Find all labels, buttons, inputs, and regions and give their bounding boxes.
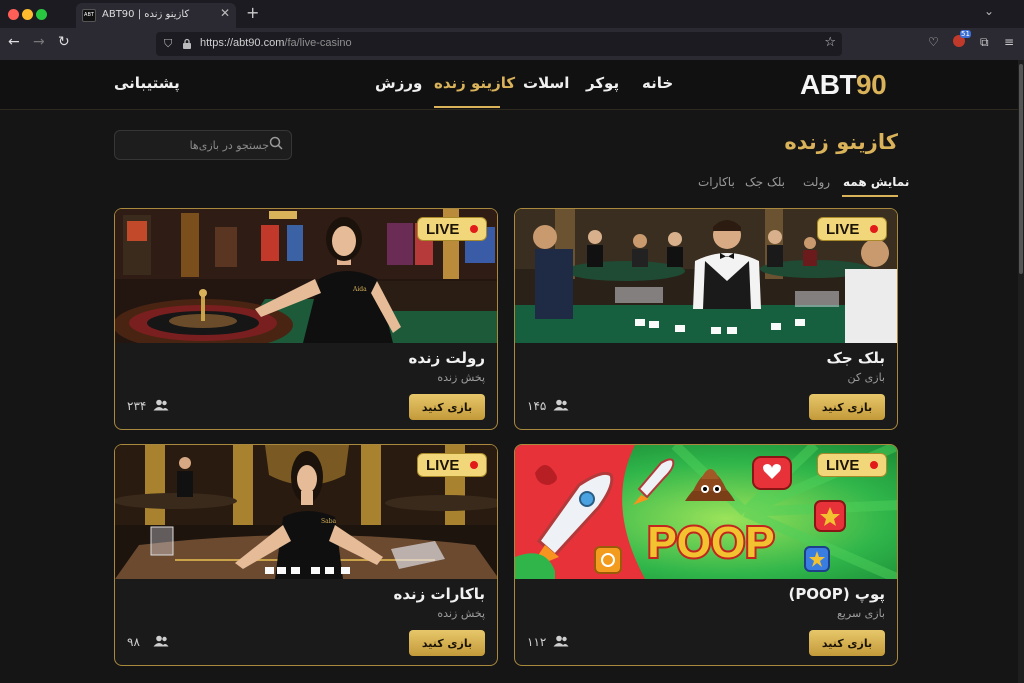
live-dot-icon — [470, 225, 478, 233]
player-count: ۲۳۴ — [127, 399, 147, 413]
new-tab-icon[interactable]: + — [246, 3, 259, 22]
poop-art-text: POOP — [647, 518, 774, 567]
pocket-icon[interactable]: ♡ — [928, 35, 939, 49]
game-title: باکارات زنده — [393, 585, 485, 603]
page-scrollbar[interactable] — [1018, 60, 1024, 683]
game-title: بلک جک — [826, 349, 885, 367]
player-count: ۱۴۵ — [527, 399, 547, 413]
game-card-poop[interactable]: POOP LIVE پوپ (POOP) بازی سریع بازی کنید… — [514, 444, 898, 666]
filter-roulette[interactable]: رولت — [803, 175, 830, 189]
filter-all[interactable]: نمایش همه — [843, 175, 909, 189]
live-badge: LIVE — [417, 453, 487, 477]
chevron-down-icon[interactable]: ⌄ — [984, 4, 994, 18]
filter-blackjack[interactable]: بلک جک — [745, 175, 785, 189]
search-input[interactable] — [119, 135, 269, 155]
favicon: ABT — [82, 9, 96, 22]
reload-icon[interactable]: ↻ — [58, 34, 70, 50]
play-button[interactable]: بازی کنید — [409, 630, 485, 656]
filter-active-underline — [842, 195, 898, 197]
minimize-window-button[interactable] — [22, 9, 33, 20]
nav-poker[interactable]: پوکر — [586, 74, 619, 92]
extension-icon[interactable]: 51 — [953, 30, 971, 50]
nav-live-casino[interactable]: کازینو زنده — [434, 74, 515, 92]
play-button[interactable]: بازی کنید — [409, 394, 485, 420]
play-button[interactable]: بازی کنید — [809, 394, 885, 420]
svg-text:Aida: Aida — [352, 286, 367, 293]
logo[interactable]: ABT90 — [800, 69, 887, 101]
scrollbar-thumb[interactable] — [1019, 64, 1023, 274]
game-card-roulette[interactable]: Aida LIVE رولت زنده پخش زنده بازی کنید ۲… — [114, 208, 498, 430]
website: ABT90 خانه پوکر اسلات کازینو زنده ورزش پ… — [0, 60, 1018, 683]
search-box[interactable] — [114, 130, 292, 160]
search-icon[interactable] — [269, 136, 283, 150]
game-card-blackjack[interactable]: LIVE بلک جک بازی کن بازی کنید ۱۴۵ — [514, 208, 898, 430]
live-dot-icon — [870, 461, 878, 469]
shield-icon[interactable]: ⛉ — [164, 37, 172, 51]
tab-title: کازینو زنده | ABT90 — [102, 9, 190, 20]
filter-baccarat[interactable]: باکارات — [698, 175, 735, 189]
close-window-button[interactable] — [8, 9, 19, 20]
lock-icon[interactable] — [182, 38, 192, 50]
extension-badge: 51 — [960, 30, 971, 38]
page-title: کازینو زنده — [784, 130, 898, 154]
address-bar[interactable]: ⛉ https://abt90.com/fa/live-casino ☆ — [156, 32, 842, 56]
nav-sports[interactable]: ورزش — [375, 74, 422, 92]
url-text[interactable]: https://abt90.com/fa/live-casino — [200, 37, 352, 49]
browser-toolbar: ← → ↻ ⛉ https://abt90.com/fa/live-casino… — [0, 28, 1024, 60]
game-subtitle: بازی کن — [847, 371, 885, 384]
nav-support[interactable]: پشتیبانی — [114, 74, 180, 92]
maximize-window-button[interactable] — [36, 9, 47, 20]
nav-home[interactable]: خانه — [642, 74, 673, 92]
svg-text:Saba: Saba — [321, 518, 337, 525]
game-title: پوپ (POOP) — [788, 585, 885, 603]
live-badge: LIVE — [817, 217, 887, 241]
extensions-puzzle-icon[interactable]: ⧉ — [980, 35, 989, 50]
back-icon[interactable]: ← — [8, 34, 20, 50]
game-title: رولت زنده — [408, 349, 485, 367]
menu-icon[interactable]: ≡ — [1004, 35, 1014, 49]
live-badge: LIVE — [817, 453, 887, 477]
close-tab-icon[interactable]: ✕ — [220, 6, 230, 20]
users-icon — [553, 635, 569, 647]
live-badge: LIVE — [417, 217, 487, 241]
site-header: ABT90 خانه پوکر اسلات کازینو زنده ورزش پ… — [0, 60, 1018, 110]
users-icon — [153, 399, 169, 411]
player-count: ۹۸ — [127, 635, 140, 649]
game-subtitle: بازی سریع — [836, 607, 885, 620]
game-subtitle: پخش زنده — [437, 607, 485, 620]
nav-slots[interactable]: اسلات — [523, 74, 569, 92]
bookmark-star-icon[interactable]: ☆ — [824, 35, 836, 50]
browser-tab-bar: ABT کازینو زنده | ABT90 ✕ + ⌄ — [0, 0, 1024, 28]
game-card-baccarat[interactable]: Saba LIVE باکارات زنده پخش زنده بازی کنی… — [114, 444, 498, 666]
play-button[interactable]: بازی کنید — [809, 630, 885, 656]
users-icon — [553, 399, 569, 411]
forward-icon[interactable]: → — [33, 34, 45, 50]
browser-tab[interactable]: ABT کازینو زنده | ABT90 ✕ — [76, 3, 236, 28]
nav-active-underline — [434, 106, 500, 108]
live-dot-icon — [870, 225, 878, 233]
live-dot-icon — [470, 461, 478, 469]
player-count: ۱۱۲ — [527, 635, 547, 649]
game-subtitle: پخش زنده — [437, 371, 485, 384]
users-icon — [153, 635, 169, 647]
